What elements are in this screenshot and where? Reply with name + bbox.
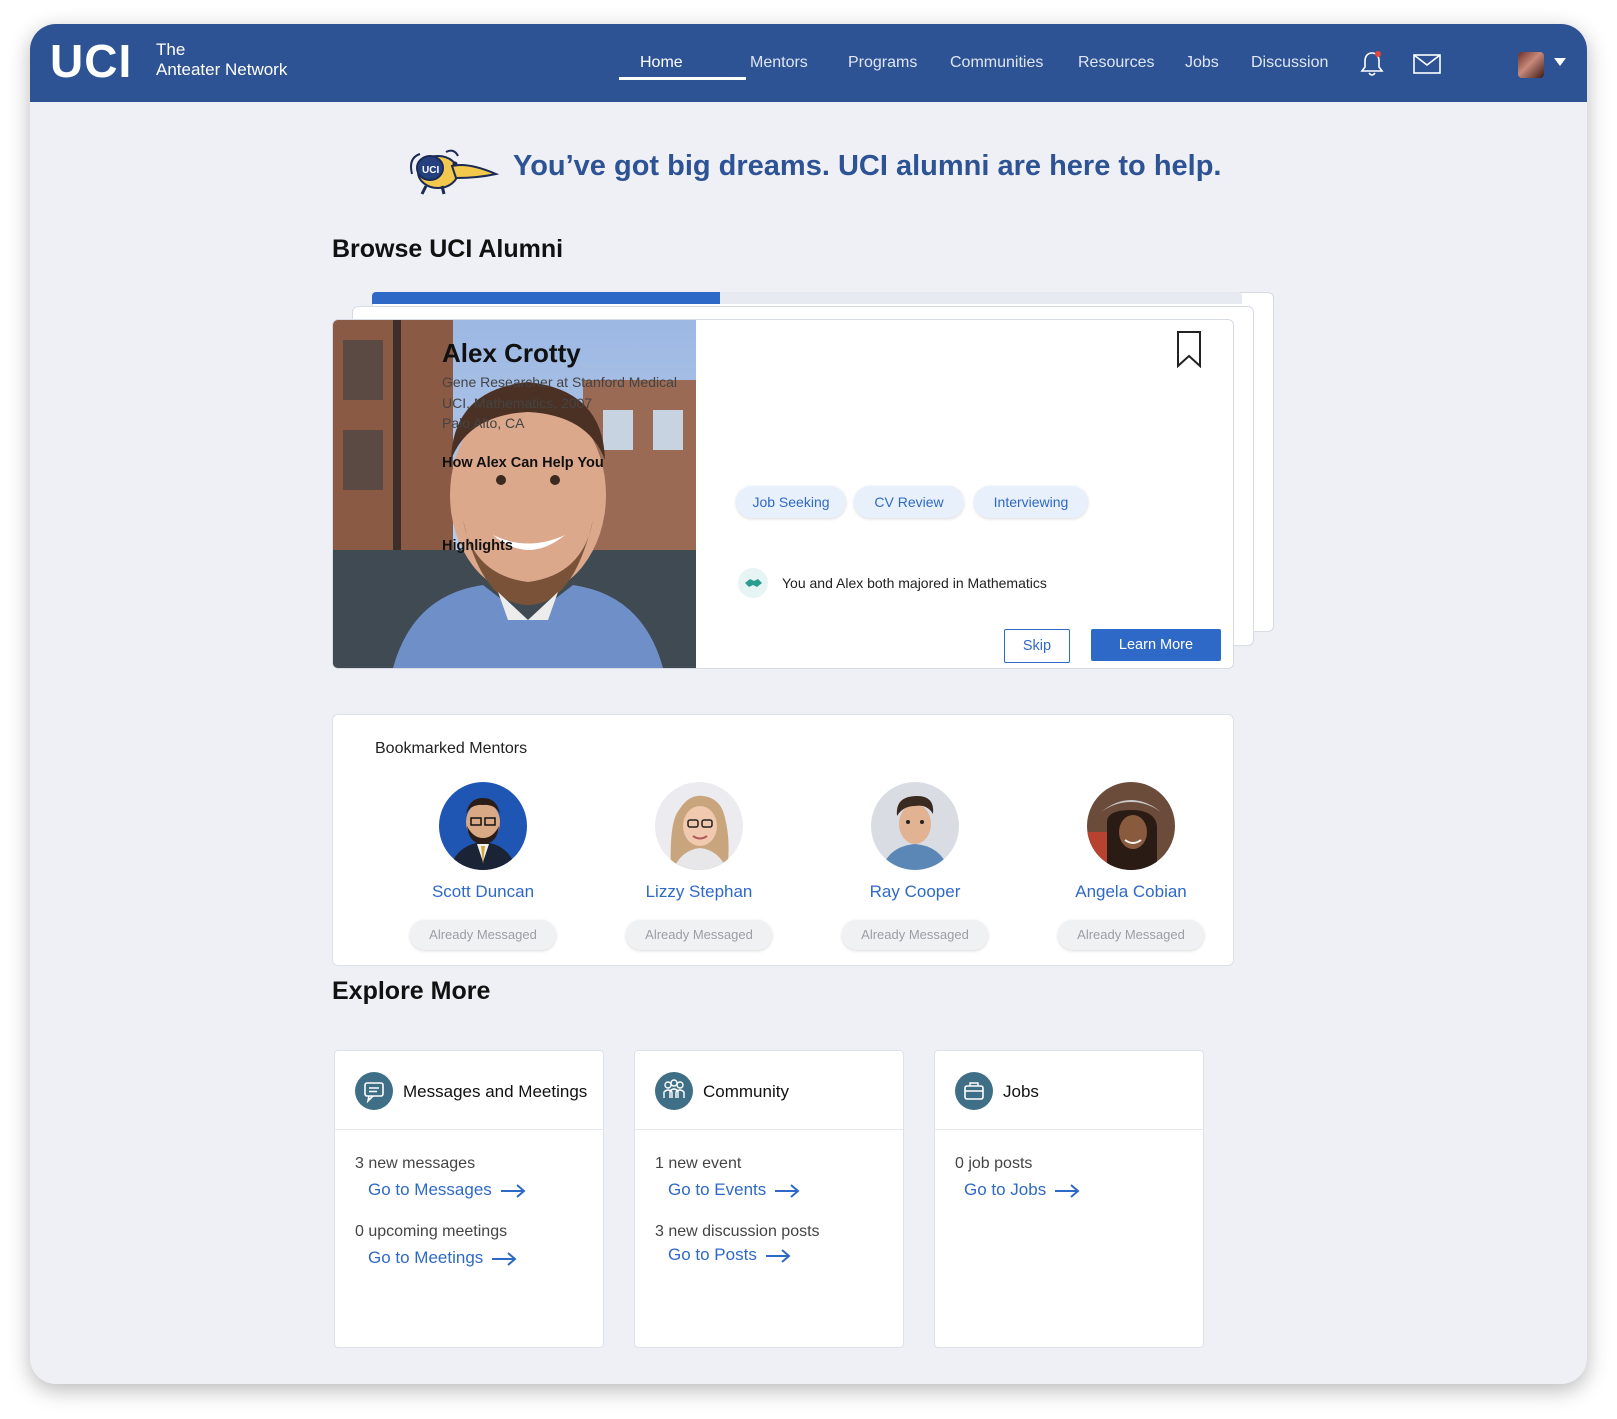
new-discussion-posts-count: 3 new discussion posts	[655, 1223, 820, 1240]
help-title: How Alex Can Help You	[442, 455, 604, 471]
mentor-avatar[interactable]	[1087, 782, 1175, 870]
explore-card-header: Messages and Meetings	[335, 1051, 603, 1130]
go-to-posts-label: Go to Posts	[668, 1245, 757, 1264]
handshake-icon	[738, 568, 768, 598]
explore-title: Explore More	[332, 977, 491, 1005]
go-to-meetings-link[interactable]: Go to Meetings	[368, 1248, 517, 1268]
go-to-posts-link[interactable]: Go to Posts	[668, 1245, 791, 1265]
mentor-avatar[interactable]	[871, 782, 959, 870]
highlight-text: You and Alex both majored in Mathematics	[782, 575, 1047, 591]
chat-icon	[355, 1072, 393, 1110]
app-window: UCI The Anteater Network Home Mentors Pr…	[30, 24, 1587, 1384]
nav-active-indicator	[619, 77, 746, 80]
arrow-right-icon	[765, 1248, 791, 1263]
mentor-status-button: Already Messaged	[410, 920, 556, 950]
hero-tagline: You’ve got big dreams. UCI alumni are he…	[513, 150, 1222, 182]
learn-more-button[interactable]: Learn More	[1091, 629, 1221, 661]
nav-communities[interactable]: Communities	[950, 54, 1043, 72]
bookmarked-title: Bookmarked Mentors	[375, 740, 528, 757]
bookmark-icon[interactable]	[1176, 330, 1202, 368]
arrow-right-icon	[775, 1183, 800, 1198]
brand-name: The Anteater Network	[156, 40, 287, 80]
briefcase-icon	[955, 1072, 993, 1110]
browse-progress-fill	[372, 292, 720, 304]
user-avatar[interactable]	[1518, 52, 1544, 78]
nav-programs[interactable]: Programs	[848, 54, 917, 72]
mentor-name[interactable]: Lizzy Stephan	[599, 882, 799, 902]
go-to-messages-label: Go to Messages	[368, 1180, 492, 1199]
chip-cv-review[interactable]: CV Review	[854, 486, 964, 518]
nav-resources[interactable]: Resources	[1078, 54, 1154, 72]
explore-card-header: Community	[635, 1051, 903, 1130]
mentor-name[interactable]: Scott Duncan	[383, 882, 583, 902]
go-to-jobs-link[interactable]: Go to Jobs	[964, 1180, 1080, 1200]
go-to-meetings-label: Go to Meetings	[368, 1248, 484, 1267]
highlights-title: Highlights	[442, 538, 513, 554]
go-to-messages-link[interactable]: Go to Messages	[368, 1180, 526, 1200]
alumni-role: Gene Researcher at Stanford Medical	[442, 374, 678, 390]
mentor-status-button: Already Messaged	[842, 920, 988, 950]
nav-jobs[interactable]: Jobs	[1185, 54, 1219, 72]
top-nav: UCI The Anteater Network Home Mentors Pr…	[30, 24, 1587, 102]
mentor-name[interactable]: Angela Cobian	[1031, 882, 1231, 902]
upcoming-meetings-count: 0 upcoming meetings	[355, 1223, 508, 1240]
explore-card-title: Jobs	[1003, 1082, 1039, 1101]
skip-button[interactable]: Skip	[1004, 629, 1070, 663]
explore-card-title: Messages and Meetings	[403, 1082, 588, 1101]
mentor-name[interactable]: Ray Cooper	[815, 882, 1015, 902]
new-events-count: 1 new event	[655, 1155, 742, 1172]
mentor-avatar[interactable]	[655, 782, 743, 870]
go-to-events-label: Go to Events	[668, 1180, 767, 1199]
mentor-status-button: Already Messaged	[626, 920, 772, 950]
chip-interviewing[interactable]: Interviewing	[974, 486, 1088, 518]
go-to-jobs-label: Go to Jobs	[964, 1180, 1047, 1199]
mentor-avatar[interactable]	[439, 782, 527, 870]
mascot-label: UCI	[422, 165, 439, 176]
arrow-right-icon	[1055, 1183, 1080, 1198]
alumni-name: Alex Crotty	[442, 338, 581, 368]
anteater-mascot-icon: UCI	[410, 149, 500, 195]
bell-icon[interactable]	[1360, 50, 1384, 78]
arrow-right-icon	[492, 1251, 517, 1266]
mentor-card[interactable]: Lizzy Stephan Already Messaged	[599, 782, 799, 950]
nav-mentors[interactable]: Mentors	[750, 54, 808, 72]
alumni-education: UCI, Mathematics, 2007	[442, 395, 593, 411]
explore-card-header: Jobs	[935, 1051, 1203, 1130]
brand-line-2: Anteater Network	[156, 60, 288, 79]
chevron-down-icon[interactable]	[1554, 58, 1566, 66]
mentor-card[interactable]: Angela Cobian Already Messaged	[1031, 782, 1231, 950]
new-messages-count: 3 new messages	[355, 1155, 476, 1172]
nav-home[interactable]: Home	[640, 54, 683, 72]
brand-line-1: The	[156, 40, 186, 59]
explore-card-messages: Messages and Meetings 3 new messages Go …	[334, 1050, 604, 1348]
uci-logo[interactable]: UCI	[50, 34, 132, 88]
alumni-photo	[333, 320, 696, 668]
mentor-status-button: Already Messaged	[1058, 920, 1204, 950]
mail-icon[interactable]	[1413, 54, 1441, 74]
mentor-card[interactable]: Ray Cooper Already Messaged	[815, 782, 1015, 950]
job-posts-count: 0 job posts	[955, 1155, 1033, 1172]
community-icon	[655, 1072, 693, 1110]
explore-card-jobs: Jobs 0 job posts Go to Jobs	[934, 1050, 1204, 1348]
go-to-events-link[interactable]: Go to Events	[668, 1180, 800, 1200]
mentor-card[interactable]: Scott Duncan Already Messaged	[383, 782, 583, 950]
arrow-right-icon	[500, 1183, 526, 1198]
explore-card-community: Community 1 new event Go to Events 3 new…	[634, 1050, 904, 1348]
browse-title: Browse UCI Alumni	[332, 235, 564, 263]
browse-progress	[372, 292, 1242, 304]
chip-job-seeking[interactable]: Job Seeking	[736, 486, 846, 518]
explore-card-title: Community	[703, 1082, 789, 1101]
nav-discussion[interactable]: Discussion	[1251, 54, 1328, 72]
alumni-location: Palo Alto, CA	[442, 415, 525, 431]
